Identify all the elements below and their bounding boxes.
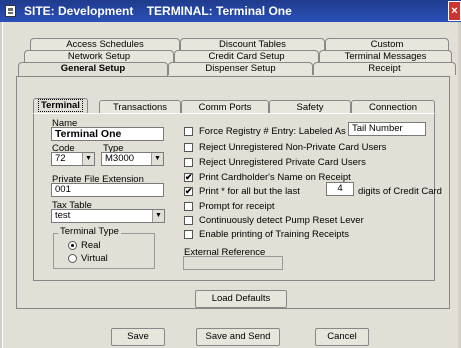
print-name-checkbox[interactable]: ✔ xyxy=(184,173,193,182)
print-mask-prefix: Print * for all but the last xyxy=(199,186,300,197)
type-select-value: M3000 xyxy=(105,153,135,164)
chevron-down-icon[interactable]: ▼ xyxy=(152,210,164,222)
chevron-down-icon[interactable]: ▼ xyxy=(151,153,163,165)
radio-virtual-label: Virtual xyxy=(81,253,108,264)
tab-connection[interactable]: Connection xyxy=(351,100,435,114)
tab-general-setup[interactable]: General Setup xyxy=(18,62,168,77)
save-button[interactable]: Save xyxy=(111,328,165,346)
tab-terminal-label: Terminal xyxy=(38,99,83,112)
terminal-type-label: Terminal Type xyxy=(58,226,121,237)
detect-pump-label: Continuously detect Pump Reset Lever xyxy=(199,215,364,226)
external-ref-field[interactable] xyxy=(183,256,283,270)
window-title: SITE: Development TERMINAL: Terminal One xyxy=(24,4,292,18)
prompt-receipt-label: Prompt for receipt xyxy=(199,201,275,212)
force-registry-field[interactable]: Tail Number xyxy=(348,122,426,136)
tab-dispenser-setup[interactable]: Dispenser Setup xyxy=(168,62,313,75)
force-registry-checkbox[interactable] xyxy=(184,127,193,136)
print-mask-digits-field[interactable]: 4 xyxy=(326,182,354,196)
reject-nonprivate-checkbox[interactable] xyxy=(184,143,193,152)
name-field[interactable]: Terminal One xyxy=(51,127,164,141)
radio-real[interactable] xyxy=(68,241,77,250)
code-select-value: 72 xyxy=(55,153,66,164)
code-select[interactable]: 72 ▼ xyxy=(51,152,95,166)
type-select[interactable]: M3000 ▼ xyxy=(101,152,164,166)
reject-private-checkbox[interactable] xyxy=(184,158,193,167)
tax-table-value: test xyxy=(55,210,71,221)
detect-pump-checkbox[interactable] xyxy=(184,216,193,225)
training-receipts-checkbox[interactable] xyxy=(184,230,193,239)
print-mask-checkbox[interactable]: ✔ xyxy=(184,187,193,196)
close-button[interactable]: × xyxy=(448,1,461,21)
training-receipts-label: Enable printing of Training Receipts xyxy=(199,229,349,240)
prompt-receipt-checkbox[interactable] xyxy=(184,202,193,211)
title-bar: SITE: Development TERMINAL: Terminal One… xyxy=(0,0,461,22)
tax-table-select[interactable]: test ▼ xyxy=(51,209,165,223)
private-ext-field[interactable]: 001 xyxy=(51,183,164,197)
radio-real-label: Real xyxy=(81,240,101,251)
check-icon: ✔ xyxy=(185,186,193,196)
force-registry-label: Force Registry # Entry: Labeled As xyxy=(199,126,346,137)
cancel-button[interactable]: Cancel xyxy=(315,328,369,346)
load-defaults-button[interactable]: Load Defaults xyxy=(195,290,287,308)
tab-safety[interactable]: Safety xyxy=(269,100,351,114)
reject-private-label: Reject Unregistered Private Card Users xyxy=(199,157,366,168)
reject-nonprivate-label: Reject Unregistered Non-Private Card Use… xyxy=(199,142,387,153)
radio-virtual[interactable] xyxy=(68,254,77,263)
tab-transactions[interactable]: Transactions xyxy=(99,100,181,114)
chevron-down-icon[interactable]: ▼ xyxy=(82,153,94,165)
tab-receipt[interactable]: Receipt xyxy=(313,62,456,75)
tab-comm-ports[interactable]: Comm Ports xyxy=(181,100,269,114)
print-mask-suffix: digits of Credit Card xyxy=(358,186,442,197)
app-icon[interactable] xyxy=(5,5,16,17)
tab-terminal[interactable]: Terminal xyxy=(33,98,88,114)
save-and-send-button[interactable]: Save and Send xyxy=(196,328,280,346)
check-icon: ✔ xyxy=(185,172,193,182)
